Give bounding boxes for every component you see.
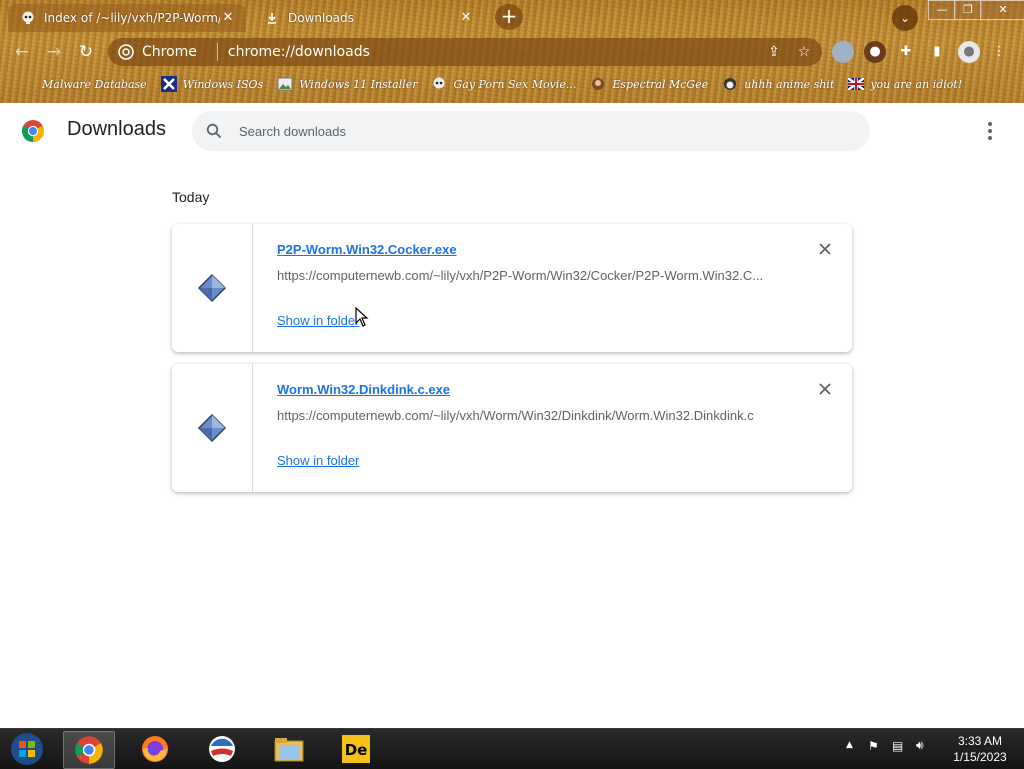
anime-favicon-icon bbox=[722, 76, 738, 92]
site-info[interactable]: Chrome bbox=[118, 44, 197, 60]
browser-menu-icon[interactable]: ⋮ bbox=[992, 41, 1006, 63]
action-center-flag-icon[interactable]: ⚑ bbox=[868, 739, 879, 753]
start-orb-icon[interactable] bbox=[2, 731, 52, 767]
profile-avatar-icon[interactable]: ● bbox=[958, 41, 980, 63]
date-section-label: Today bbox=[172, 189, 210, 205]
side-panel-icon[interactable]: ▮ bbox=[926, 41, 948, 63]
download-filename-link[interactable]: Worm.Win32.Dinkdink.c.exe bbox=[277, 382, 450, 397]
avatar-extension-icon[interactable]: ● bbox=[864, 41, 886, 63]
bookmark-uhhh-anime[interactable]: uhhh anime shit bbox=[722, 76, 834, 92]
bookmark-label: Windows ISOs bbox=[182, 77, 264, 91]
remove-icon[interactable] bbox=[816, 240, 834, 258]
download-filename-link[interactable]: P2P-Worm.Win32.Cocker.exe bbox=[277, 242, 457, 257]
download-item: P2P-Worm.Win32.Cocker.exe https://comput… bbox=[172, 224, 852, 352]
image-favicon-icon bbox=[277, 76, 293, 92]
bookmark-label: uhhh anime shit bbox=[744, 77, 835, 91]
file-explorer-icon[interactable] bbox=[264, 731, 314, 767]
search-bar[interactable] bbox=[192, 111, 870, 151]
bookmark-star-icon[interactable]: ☆ bbox=[792, 40, 816, 64]
page-title: Downloads bbox=[67, 118, 166, 140]
x-favicon-icon bbox=[160, 76, 177, 92]
download-url: https://computernewb.com/~lily/vxh/P2P-W… bbox=[277, 268, 764, 283]
bookmark-espectral-mcgee[interactable]: Espectral McGee bbox=[590, 76, 708, 92]
bookmark-windows-11-installer[interactable]: Windows 11 Installer bbox=[277, 76, 417, 92]
chrome-logo-icon bbox=[22, 120, 44, 142]
tab-downloads[interactable]: Downloads ✕ bbox=[252, 4, 484, 32]
bookmark-favicon-icon bbox=[20, 76, 36, 92]
browser-frame: Index of /~lily/vxh/P2P-Worm/W ✕ Downloa… bbox=[0, 0, 1024, 103]
forward-button[interactable]: → bbox=[42, 40, 66, 64]
exe-file-icon bbox=[197, 413, 227, 443]
clock-date: 1/15/2023 bbox=[953, 750, 1007, 764]
firefox-icon[interactable] bbox=[130, 731, 180, 767]
skull-favicon-icon bbox=[431, 76, 447, 92]
tab-search-button[interactable]: ⌄ bbox=[892, 5, 918, 31]
chrome-site-icon bbox=[118, 44, 134, 60]
show-in-folder-link[interactable]: Show in folder bbox=[277, 313, 359, 328]
more-actions-icon[interactable] bbox=[978, 118, 1002, 144]
share-icon[interactable]: ⇪ bbox=[762, 40, 786, 64]
bookmark-label: you are an idiot! bbox=[870, 77, 963, 91]
bookmark-label: Windows 11 Installer bbox=[299, 77, 418, 91]
minimize-button[interactable]: — bbox=[928, 0, 956, 20]
search-icon bbox=[204, 121, 224, 141]
bookmark-label: Espectral McGee bbox=[612, 77, 709, 91]
flag-extension-icon[interactable] bbox=[832, 41, 854, 63]
omnibox-divider bbox=[216, 43, 218, 61]
close-window-button[interactable]: ✕ bbox=[980, 0, 1024, 20]
bookmark-windows-isos[interactable]: Windows ISOs bbox=[160, 76, 264, 92]
bookmark-label: Malware Database bbox=[42, 77, 147, 91]
mouse-cursor-icon bbox=[355, 307, 369, 327]
download-icon bbox=[264, 10, 280, 26]
network-icon[interactable]: ▤ bbox=[892, 739, 903, 753]
tab-title: Index of /~lily/vxh/P2P-Worm/W bbox=[44, 11, 220, 25]
show-in-folder-link[interactable]: Show in folder bbox=[277, 453, 359, 468]
remove-icon[interactable] bbox=[816, 380, 834, 398]
extensions-puzzle-icon[interactable]: ✚ bbox=[895, 41, 917, 63]
back-button[interactable]: ← bbox=[10, 40, 34, 64]
address-bar[interactable]: Chrome chrome://downloads ⇪ ☆ bbox=[108, 38, 822, 66]
restore-button[interactable]: ❐ bbox=[954, 0, 982, 20]
tab-index-of[interactable]: Index of /~lily/vxh/P2P-Worm/W ✕ bbox=[8, 4, 246, 32]
bookmark-malware-database[interactable]: Malware Database bbox=[20, 76, 147, 92]
chrome-icon[interactable] bbox=[63, 731, 115, 769]
close-tab-icon[interactable]: ✕ bbox=[458, 10, 474, 26]
taskbar: De ▲ ⚑ ▤ 🔊︎ 3:33 AM 1/15/2023 bbox=[0, 728, 1024, 769]
flag-favicon-icon bbox=[848, 76, 865, 92]
new-tab-button[interactable]: + bbox=[495, 4, 523, 30]
volume-icon[interactable]: 🔊︎ bbox=[916, 738, 924, 753]
character-favicon-icon bbox=[590, 76, 606, 92]
de-app-icon[interactable]: De bbox=[331, 731, 381, 767]
file-icon-cell bbox=[172, 224, 253, 352]
close-tab-icon[interactable]: ✕ bbox=[220, 10, 236, 26]
site-label: Chrome bbox=[142, 44, 197, 60]
search-input[interactable] bbox=[237, 122, 841, 140]
url-text[interactable]: chrome://downloads bbox=[228, 44, 762, 60]
obama-logo-icon[interactable] bbox=[197, 731, 247, 767]
file-icon-cell bbox=[172, 364, 253, 492]
exe-file-icon bbox=[197, 273, 227, 303]
show-hidden-icons-icon[interactable]: ▲ bbox=[846, 740, 853, 750]
bookmarks-bar: Malware Database Windows ISOs Windows 11… bbox=[0, 72, 1024, 96]
bookmark-label: Gay Porn Sex Movie... bbox=[453, 77, 577, 91]
svg-text:De: De bbox=[345, 741, 368, 759]
download-item: Worm.Win32.Dinkdink.c.exe https://comput… bbox=[172, 364, 852, 492]
skull-favicon-icon bbox=[20, 10, 36, 26]
bookmark-gay-porn-sex-movie[interactable]: Gay Porn Sex Movie... bbox=[431, 76, 576, 92]
tab-title: Downloads bbox=[288, 11, 354, 25]
bookmark-you-are-an-idiot[interactable]: you are an idiot! bbox=[848, 76, 962, 92]
reload-button[interactable]: ↻ bbox=[74, 40, 98, 64]
system-clock[interactable]: 3:33 AM 1/15/2023 bbox=[940, 733, 1020, 765]
clock-time: 3:33 AM bbox=[957, 734, 1003, 748]
download-url: https://computernewb.com/~lily/vxh/Worm/… bbox=[277, 408, 754, 423]
